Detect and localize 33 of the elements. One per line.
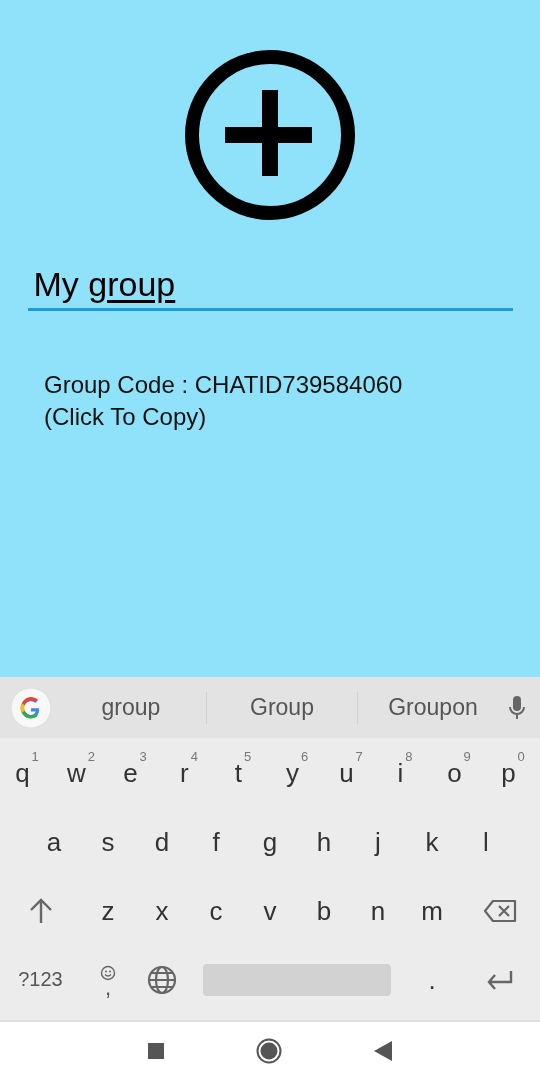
enter-icon[interactable]	[485, 969, 514, 990]
key[interactable]: s	[101, 824, 115, 859]
key[interactable]: c	[209, 893, 223, 928]
home-icon[interactable]	[256, 1038, 282, 1064]
suggestion[interactable]: Groupon	[358, 694, 508, 721]
suggestion[interactable]: Group	[207, 694, 357, 721]
key[interactable]: x	[155, 893, 169, 928]
key[interactable]: g	[262, 824, 278, 859]
key[interactable]: f	[212, 824, 220, 859]
group-name-field[interactable]: My group	[27, 265, 513, 311]
key[interactable]: j	[375, 824, 381, 859]
key[interactable]: d	[154, 824, 170, 859]
symbols-key[interactable]: ?123	[18, 968, 63, 991]
suggestion[interactable]: group	[56, 694, 206, 721]
key[interactable]: a	[46, 824, 62, 859]
microphone-icon[interactable]	[508, 694, 526, 721]
group-code-link[interactable]: Group Code : CHATID739584060 (Click To Copy)	[44, 369, 444, 433]
key[interactable]: v	[263, 893, 277, 928]
key[interactable]: h	[316, 824, 332, 859]
key[interactable]: m	[421, 893, 443, 928]
key[interactable]: b	[316, 893, 332, 928]
globe-icon[interactable]	[147, 964, 177, 995]
key[interactable]: k	[425, 824, 439, 859]
key[interactable]: z	[101, 893, 115, 928]
add-icon[interactable]	[182, 47, 358, 223]
key[interactable]: n	[370, 893, 386, 928]
google-icon[interactable]	[10, 686, 52, 729]
smiley-icon	[100, 964, 116, 981]
key[interactable]: l	[483, 824, 489, 859]
back-icon[interactable]	[374, 1041, 392, 1061]
key[interactable]: .	[428, 962, 436, 997]
shift-icon[interactable]	[28, 897, 53, 924]
backspace-icon[interactable]	[482, 898, 517, 923]
